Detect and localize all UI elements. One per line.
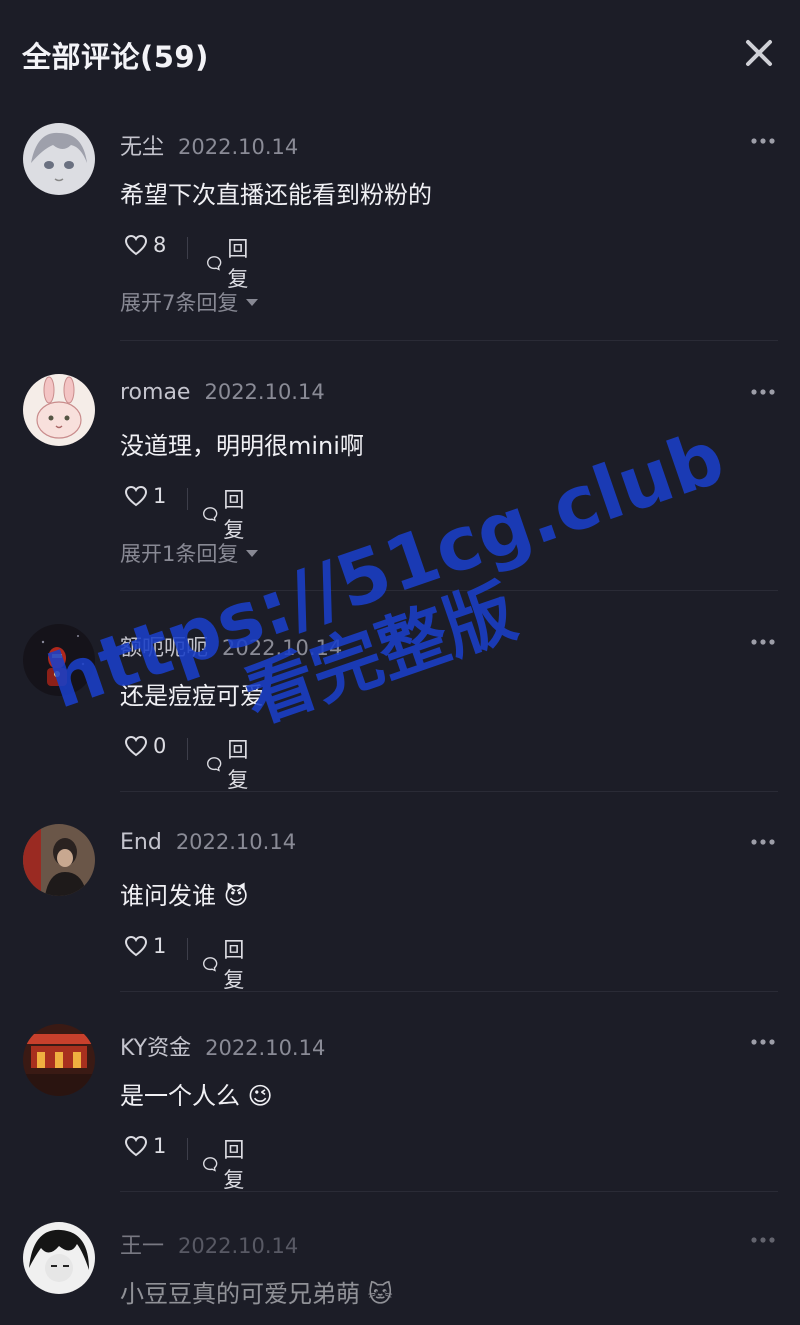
- like-button[interactable]: 8: [124, 233, 166, 257]
- more-icon[interactable]: [750, 388, 776, 396]
- watermark-caption: 看完整版: [234, 570, 526, 739]
- divider: [120, 991, 778, 992]
- more-icon[interactable]: [750, 638, 776, 646]
- reply-label: 回复: [223, 1138, 245, 1192]
- heart-icon: [124, 735, 148, 757]
- like-button[interactable]: 1: [124, 484, 166, 508]
- heart-icon: [124, 234, 148, 256]
- avatar[interactable]: [23, 123, 95, 195]
- divider: [187, 738, 188, 760]
- reply-button[interactable]: 回复: [202, 934, 252, 994]
- divider: [187, 488, 188, 510]
- comment-time: 2022.10.14: [175, 830, 297, 854]
- like-button[interactable]: 0: [124, 734, 166, 758]
- comment-bubble-icon: [203, 507, 218, 522]
- like-button[interactable]: 1: [124, 934, 166, 958]
- comment-author[interactable]: End 2022.10.14: [120, 830, 296, 855]
- comment-bubble-icon: [203, 1157, 218, 1172]
- reply-button[interactable]: 回复: [206, 233, 256, 293]
- more-icon[interactable]: [750, 137, 776, 145]
- avatar[interactable]: [23, 824, 95, 896]
- heart-icon: [124, 485, 148, 507]
- comment-author[interactable]: romae 2022.10.14: [120, 380, 325, 405]
- heart-icon: [124, 935, 148, 957]
- divider: [187, 938, 188, 960]
- comment-text: 谁问发谁 😈: [120, 882, 249, 910]
- author-name[interactable]: 无尘: [120, 135, 164, 160]
- like-button[interactable]: 1: [124, 1134, 166, 1158]
- like-count: 1: [153, 484, 167, 508]
- divider: [187, 237, 188, 259]
- reply-button[interactable]: 回复: [206, 734, 256, 794]
- reply-label: 回复: [227, 738, 249, 792]
- expand-replies[interactable]: 展开7条回复: [120, 287, 259, 317]
- close-icon[interactable]: [744, 38, 774, 68]
- comment-time: 2022.10.14: [222, 636, 343, 660]
- more-icon[interactable]: [750, 838, 776, 846]
- comment-bubble-icon: [207, 757, 222, 772]
- author-name[interactable]: KY资金: [120, 1036, 191, 1061]
- caret-down-icon: [246, 549, 259, 557]
- avatar[interactable]: [23, 1222, 95, 1294]
- like-count: 8: [153, 233, 167, 257]
- more-icon[interactable]: [750, 1236, 776, 1244]
- more-icon[interactable]: [750, 1038, 776, 1046]
- author-name[interactable]: 额呃呃呃: [120, 636, 208, 661]
- comment-time: 2022.10.14: [205, 1036, 326, 1060]
- expand-label: 展开1条回复: [120, 542, 239, 566]
- avatar[interactable]: [23, 624, 95, 696]
- divider: [120, 590, 778, 591]
- caret-down-icon: [246, 298, 259, 306]
- heart-icon: [124, 1135, 148, 1157]
- comment-author[interactable]: 额呃呃呃 2022.10.14: [120, 630, 342, 662]
- like-count: 1: [153, 1134, 167, 1158]
- comment-text: 还是痘痘可爱: [120, 682, 264, 710]
- author-name[interactable]: romae: [120, 380, 190, 405]
- reply-button[interactable]: 回复: [202, 484, 252, 544]
- reply-label: 回复: [223, 938, 245, 992]
- comment-time: 2022.10.14: [204, 380, 325, 404]
- comment-author[interactable]: KY资金 2022.10.14: [120, 1030, 325, 1062]
- divider: [120, 791, 778, 792]
- divider: [187, 1138, 188, 1160]
- author-name[interactable]: End: [120, 830, 162, 855]
- comments-header: 全部评论(59): [0, 0, 800, 100]
- avatar[interactable]: [23, 374, 95, 446]
- avatar[interactable]: [23, 1024, 95, 1096]
- expand-replies[interactable]: 展开1条回复: [120, 538, 259, 568]
- comment-time: 2022.10.14: [178, 135, 299, 159]
- comment-author[interactable]: 无尘 2022.10.14: [120, 129, 298, 161]
- comment-time: 2022.10.14: [178, 1234, 299, 1258]
- reply-button[interactable]: 回复: [202, 1134, 252, 1194]
- comment-text: 小豆豆真的可爱兄弟萌 🐱: [120, 1280, 393, 1308]
- expand-label: 展开7条回复: [120, 291, 239, 315]
- comment-text: 希望下次直播还能看到粉粉的: [120, 181, 432, 209]
- reply-label: 回复: [227, 237, 249, 291]
- comment-text: 是一个人么 😉: [120, 1082, 273, 1110]
- comment-author[interactable]: 王一 2022.10.14: [120, 1228, 298, 1260]
- comment-text: 没道理，明明很mini啊: [120, 432, 364, 460]
- author-name[interactable]: 王一: [120, 1234, 164, 1259]
- comment-bubble-icon: [207, 256, 222, 271]
- divider: [120, 1191, 778, 1192]
- page-title: 全部评论(59): [22, 40, 209, 74]
- comment-bubble-icon: [203, 957, 218, 972]
- like-count: 1: [153, 934, 167, 958]
- reply-label: 回复: [223, 488, 245, 542]
- like-count: 0: [153, 734, 167, 758]
- divider: [120, 340, 778, 341]
